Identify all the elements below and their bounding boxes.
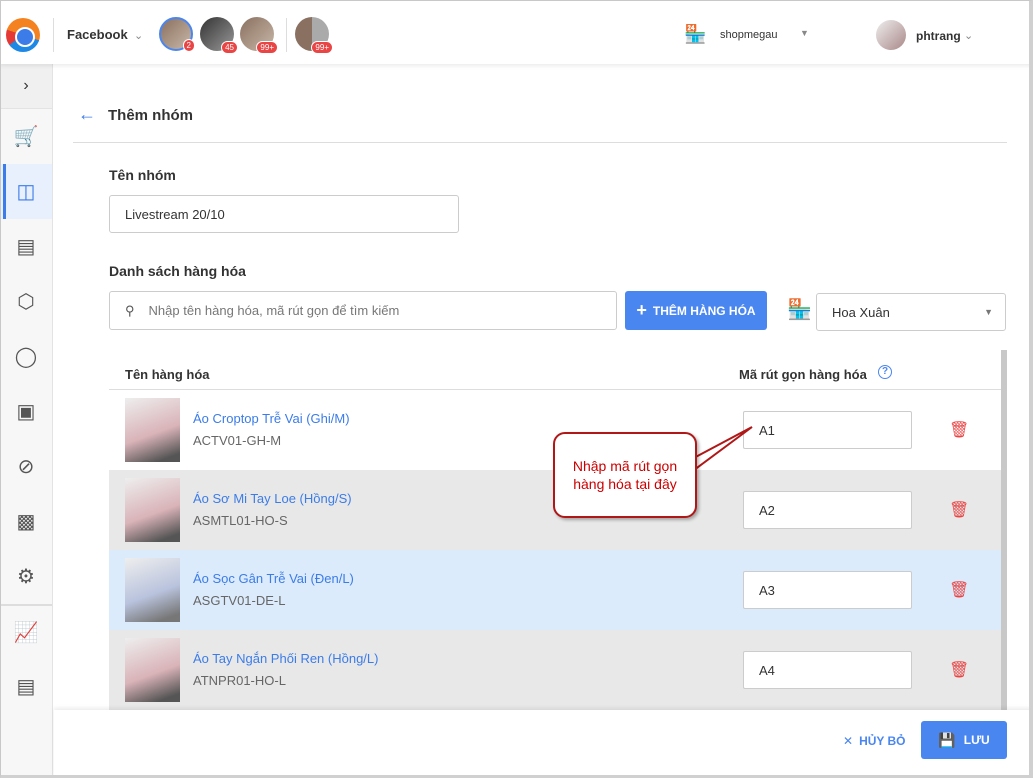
callout-annotation: Nhập mã rút gọn hàng hóa tại đây <box>553 432 697 518</box>
callout-line: hàng hóa tại đây <box>573 476 677 492</box>
callout-line: Nhập mã rút gọn <box>572 458 678 474</box>
callout-pointer <box>688 426 753 472</box>
